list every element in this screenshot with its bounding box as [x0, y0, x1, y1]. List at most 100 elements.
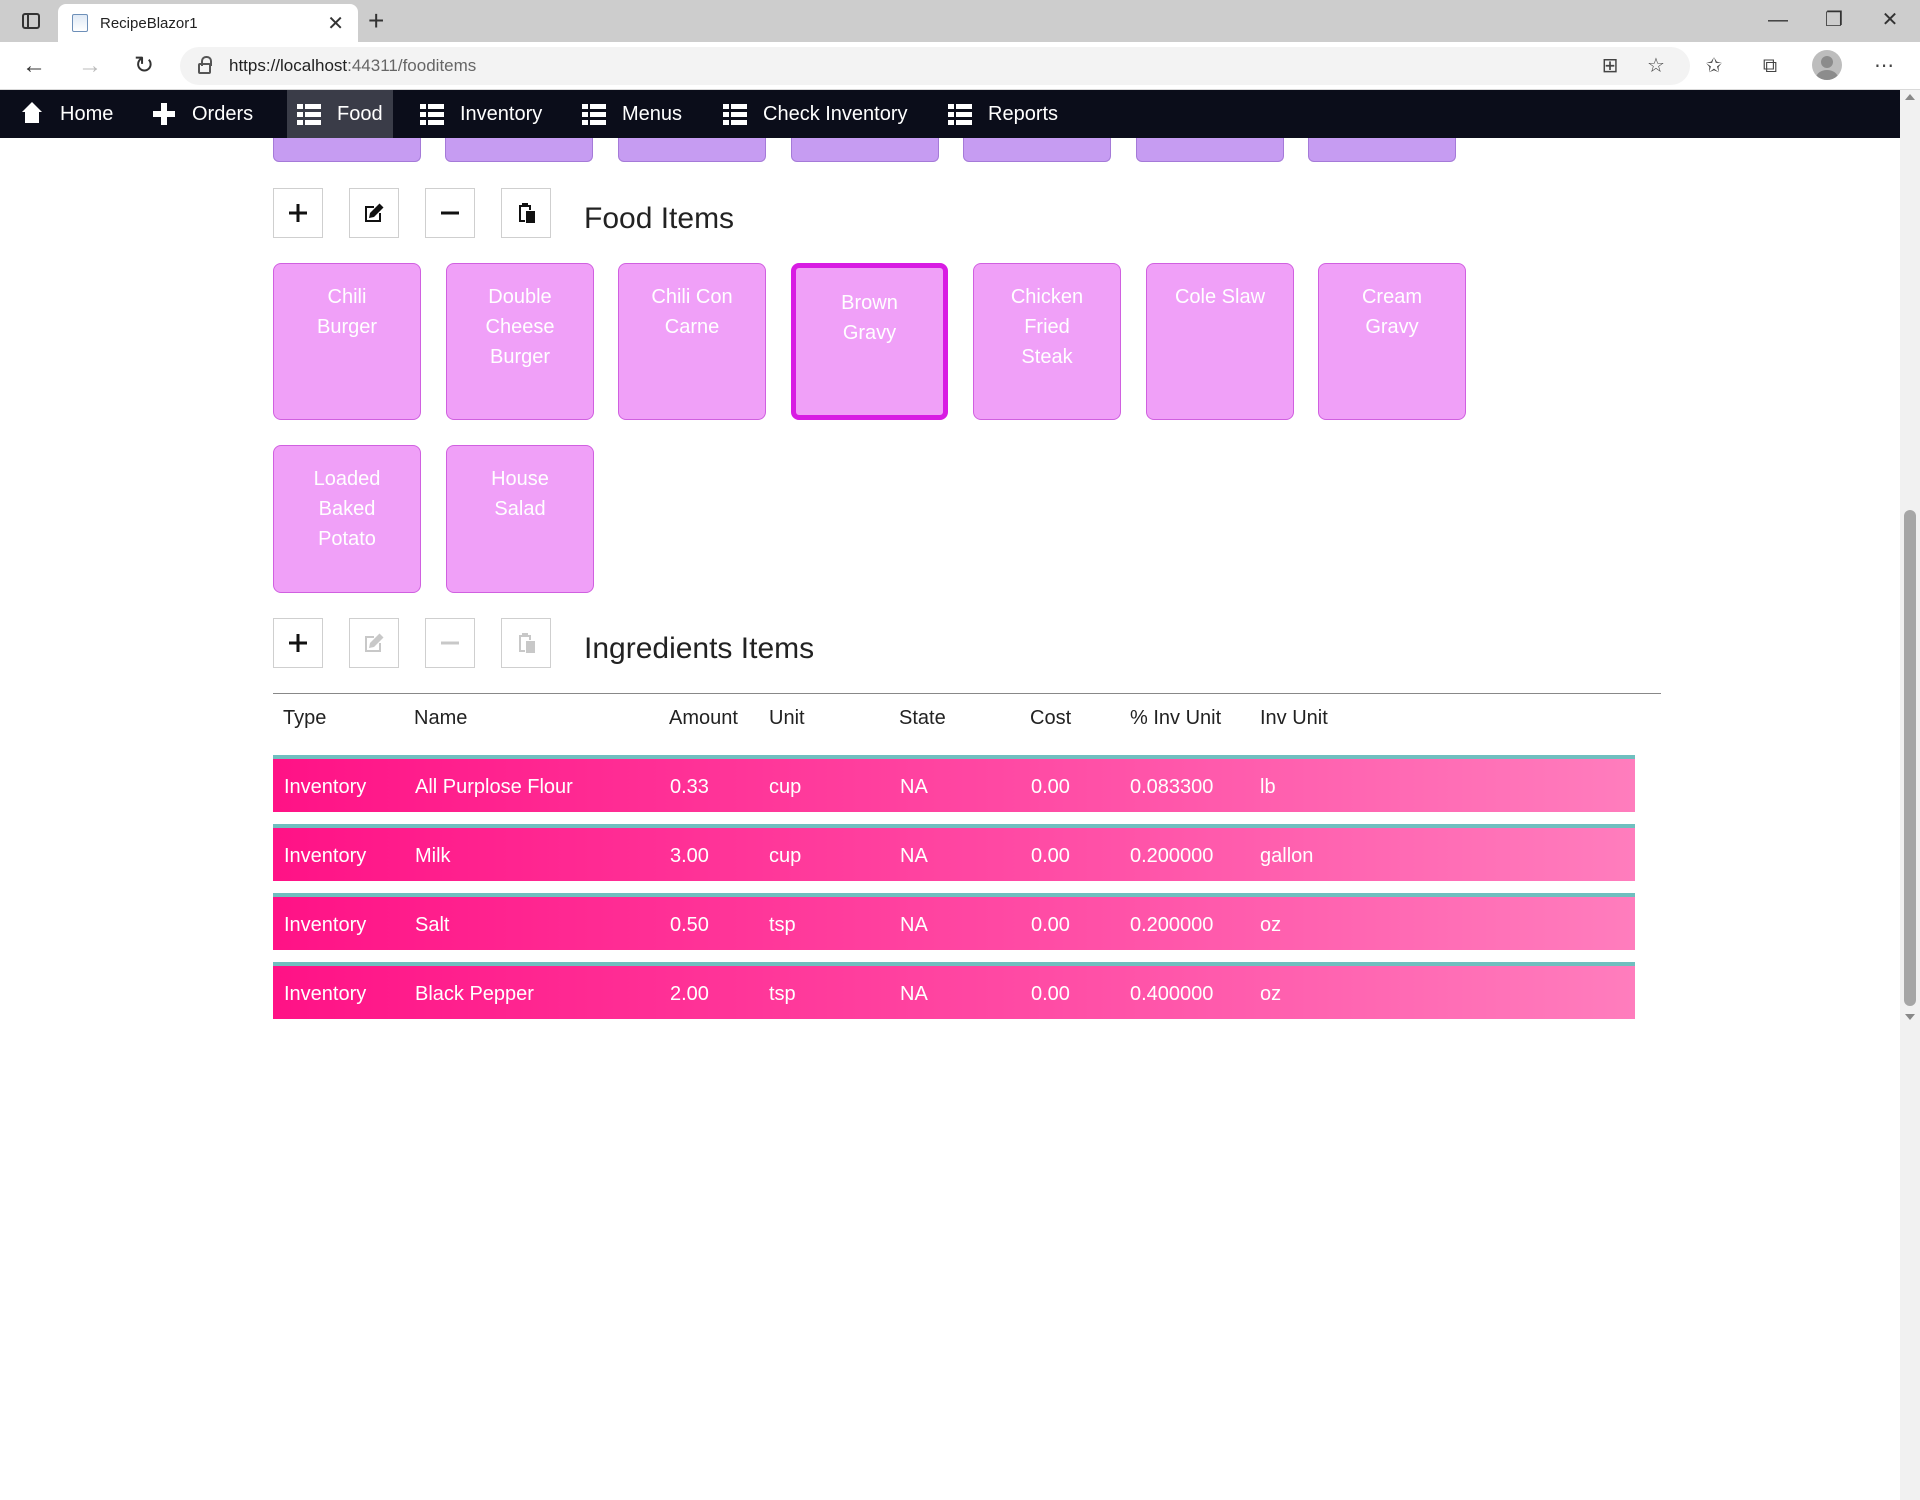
column-header: Name [414, 707, 468, 729]
nav-orders[interactable]: Orders [142, 90, 263, 138]
food-tile-line: Steak [1021, 346, 1073, 368]
cell-state: NA [900, 776, 928, 798]
cell-pct-inv-unit: 0.083300 [1130, 776, 1214, 798]
back-arrow-icon[interactable]: ← [16, 50, 52, 82]
nav-food-label: Food [337, 102, 383, 125]
food-tile-line: Loaded [313, 468, 381, 490]
add-ingredient-button[interactable] [273, 618, 323, 668]
ingredient-row[interactable]: Inventory All Purplose Flour 0.33 cup NA… [273, 755, 1635, 812]
food-tile-line: Fried [1024, 316, 1070, 338]
clipboard-icon [519, 633, 535, 653]
menu-tile-partial[interactable] [618, 138, 766, 162]
add-favorite-icon[interactable]: ☆ [1638, 50, 1674, 82]
ingredients-items-title: Ingredients Items [584, 632, 815, 665]
plus-icon [289, 634, 307, 652]
app-available-icon[interactable]: ⊞ [1592, 50, 1628, 82]
food-items-title: Food Items [584, 202, 735, 235]
cell-state: NA [900, 983, 928, 1005]
list-icon [297, 102, 321, 126]
food-tile-cream-gravy[interactable]: Cream Gravy [1318, 263, 1466, 420]
ingredient-row[interactable]: Inventory Milk 3.00 cup NA 0.00 0.200000… [273, 824, 1635, 881]
more-menu-icon[interactable]: ⋯ [1866, 50, 1902, 82]
cell-pct-inv-unit: 0.200000 [1130, 914, 1214, 936]
remove-food-button[interactable] [425, 188, 475, 238]
favorites-icon[interactable]: ✩ [1696, 50, 1732, 82]
food-tile-line: Chicken [1010, 286, 1084, 308]
add-food-button[interactable] [273, 188, 323, 238]
food-tile-line: Double [488, 286, 552, 308]
ingredient-row[interactable]: Inventory Black Pepper 2.00 tsp NA 0.00 … [273, 962, 1635, 1019]
nav-reports[interactable]: Reports [938, 90, 1068, 138]
cell-pct-inv-unit: 0.400000 [1130, 983, 1214, 1005]
home-icon [20, 102, 44, 126]
cell-inv-unit: gallon [1260, 845, 1314, 867]
nav-inventory[interactable]: Inventory [410, 90, 552, 138]
table-divider [273, 693, 1661, 694]
food-tile-line: Burger [489, 346, 551, 368]
browser-tab[interactable]: RecipeBlazor1 ✕ [58, 4, 358, 42]
edit-food-button[interactable] [349, 188, 399, 238]
column-header: Type [283, 707, 327, 729]
food-tile-double-cheese-burger[interactable]: Double Cheese Burger [446, 263, 594, 420]
page-scrollbar[interactable] [1900, 90, 1920, 1500]
cell-state: NA [900, 914, 928, 936]
copy-food-button[interactable] [501, 188, 551, 238]
edit-ingredient-button[interactable] [349, 618, 399, 668]
tab-actions-icon[interactable] [14, 8, 48, 34]
tab-title: RecipeBlazor1 [100, 14, 198, 32]
cell-name: All Purplose Flour [415, 776, 573, 798]
food-tile-line: Cream [1361, 286, 1422, 308]
food-tile-loaded-baked-potato[interactable]: Loaded Baked Potato [273, 445, 421, 593]
window-close-icon[interactable]: ✕ [1862, 4, 1918, 36]
food-tile-line: Salad [494, 498, 546, 520]
menu-tile-partial[interactable] [963, 138, 1111, 162]
cell-inv-unit: oz [1260, 983, 1282, 1005]
minimize-icon[interactable]: — [1750, 4, 1806, 36]
nav-food[interactable]: Food [287, 90, 393, 138]
profile-avatar[interactable] [1812, 50, 1842, 80]
menu-tile-partial[interactable] [791, 138, 939, 162]
food-tile-house-salad[interactable]: House Salad [446, 445, 594, 593]
forward-arrow-icon[interactable]: → [72, 50, 108, 82]
copy-ingredient-button[interactable] [501, 618, 551, 668]
food-tile-chicken-fried-steak[interactable]: Chicken Fried Steak [973, 263, 1121, 420]
scroll-up-icon[interactable] [1905, 94, 1915, 100]
list-icon [948, 102, 972, 126]
edit-icon [365, 633, 384, 652]
ingredient-row[interactable]: Inventory Salt 0.50 tsp NA 0.00 0.200000… [273, 893, 1635, 950]
refresh-icon[interactable]: ↻ [126, 50, 162, 82]
food-tile-line: Brown [841, 292, 898, 314]
nav-home-label: Home [60, 102, 114, 125]
nav-home[interactable]: Home [10, 90, 123, 138]
food-tile-line: Chili Con [651, 286, 733, 308]
close-tab-icon[interactable]: ✕ [327, 11, 344, 36]
food-tile-chili-con-carne[interactable]: Chili Con Carne [618, 263, 766, 420]
menu-tile-partial[interactable] [445, 138, 593, 162]
food-tile-line: Chili [327, 286, 367, 308]
scroll-down-icon[interactable] [1905, 1014, 1915, 1020]
address-bar-row: ← → ↻ https://localhost:44311/fooditems … [0, 42, 1920, 90]
remove-ingredient-button[interactable] [425, 618, 475, 668]
lock-icon [198, 56, 212, 74]
food-tile-cole-slaw[interactable]: Cole Slaw [1146, 263, 1294, 420]
menu-tile-partial[interactable] [1136, 138, 1284, 162]
food-tile-line: Gravy [1365, 316, 1419, 338]
cell-type: Inventory [284, 776, 367, 798]
column-header: Inv Unit [1260, 707, 1328, 729]
restore-icon[interactable]: ❐ [1806, 4, 1862, 36]
scroll-thumb[interactable] [1904, 510, 1916, 1006]
new-tab-icon[interactable]: + [368, 6, 384, 36]
food-tile-chili-burger[interactable]: Chili Burger [273, 263, 421, 420]
cell-amount: 2.00 [670, 983, 709, 1005]
nav-menus[interactable]: Menus [572, 90, 692, 138]
ingredients-toolbar [273, 618, 551, 668]
menu-tile-partial[interactable] [1308, 138, 1456, 162]
column-header: State [899, 707, 946, 729]
collections-icon[interactable]: ⧉ [1752, 50, 1788, 82]
url-field[interactable]: https://localhost:44311/fooditems [180, 47, 1690, 85]
menu-tile-partial[interactable] [273, 138, 421, 162]
food-tile-brown-gravy[interactable]: Brown Gravy [791, 263, 948, 420]
nav-menus-label: Menus [622, 102, 683, 125]
clipboard-icon [519, 203, 535, 223]
nav-check-inventory[interactable]: Check Inventory [713, 90, 918, 138]
